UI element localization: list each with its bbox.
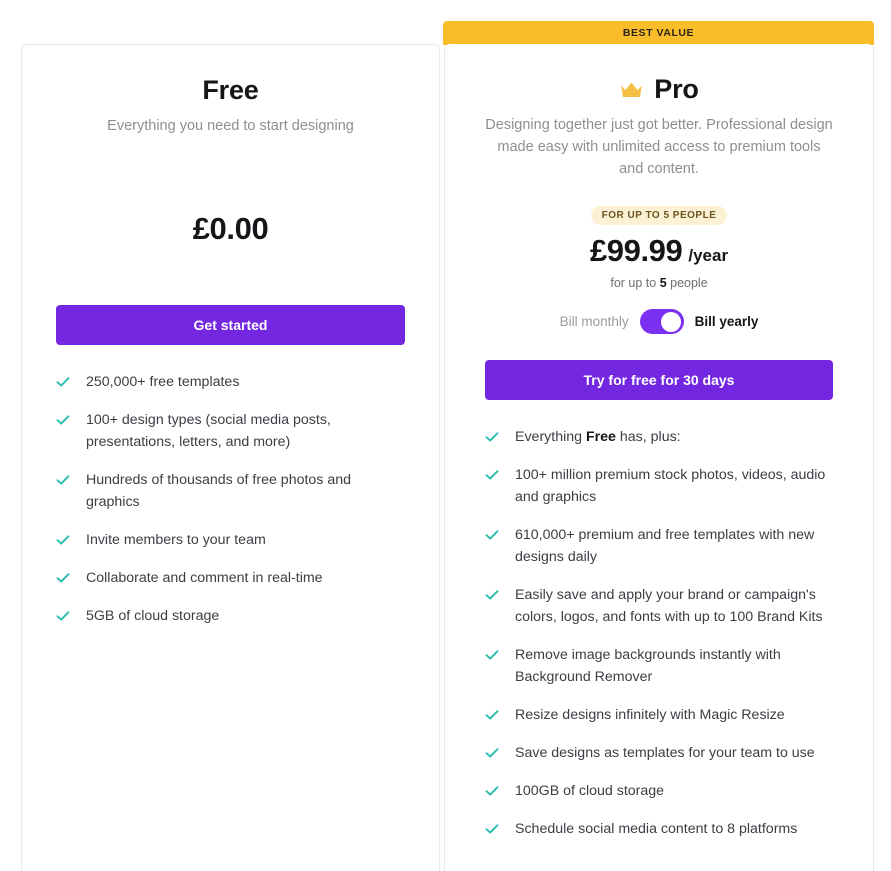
feature-item: Easily save and apply your brand or camp…	[485, 584, 833, 628]
feature-text: 100GB of cloud storage	[515, 780, 664, 802]
pro-feature-list: Everything Free has, plus: 100+ million p…	[485, 426, 833, 840]
billing-period-toggle[interactable]	[640, 309, 684, 334]
check-icon	[56, 473, 70, 487]
check-icon	[485, 648, 499, 662]
best-value-banner: BEST VALUE	[443, 21, 874, 45]
pro-plan-description: Designing together just got better. Prof…	[485, 114, 833, 180]
free-plan-header: Free	[56, 71, 405, 109]
check-icon	[485, 746, 499, 760]
feature-text: 610,000+ premium and free templates with…	[515, 524, 833, 568]
feature-item: 100+ million premium stock photos, video…	[485, 464, 833, 508]
pro-cta-wrapper: Try for free for 30 days	[485, 360, 833, 400]
feature-item: 100GB of cloud storage	[485, 780, 833, 802]
check-icon	[485, 708, 499, 722]
feature-text: 250,000+ free templates	[86, 371, 239, 393]
check-icon	[56, 375, 70, 389]
check-icon	[56, 413, 70, 427]
feature-text: Schedule social media content to 8 platf…	[515, 818, 797, 840]
check-icon	[56, 533, 70, 547]
check-icon	[485, 588, 499, 602]
feature-text: Resize designs infinitely with Magic Res…	[515, 704, 785, 726]
billing-toggle-knob[interactable]	[661, 312, 681, 332]
check-icon	[485, 784, 499, 798]
check-icon	[485, 430, 499, 444]
feature-item: 610,000+ premium and free templates with…	[485, 524, 833, 568]
bill-yearly-label[interactable]: Bill yearly	[695, 314, 759, 329]
feature-item: Schedule social media content to 8 platf…	[485, 818, 833, 840]
feature-text: Easily save and apply your brand or camp…	[515, 584, 833, 628]
feature-item: 100+ design types (social media posts, p…	[56, 409, 405, 453]
plan-card-pro: Pro Designing together just got better. …	[444, 44, 874, 871]
feature-item: Collaborate and comment in real-time	[56, 567, 405, 589]
feature-text: Save designs as templates for your team …	[515, 742, 815, 764]
pro-price-subtext-before: for up to	[610, 276, 659, 290]
free-plan-title: Free	[202, 75, 258, 106]
pro-price-period: /year	[688, 246, 728, 266]
plan-card-free: Free Everything you need to start design…	[21, 44, 440, 871]
feature-text: Remove image backgrounds instantly with …	[515, 644, 833, 688]
feature-item: 250,000+ free templates	[56, 371, 405, 393]
feature-item: 5GB of cloud storage	[56, 605, 405, 627]
check-icon	[485, 528, 499, 542]
free-price: £0.00	[193, 211, 269, 246]
pro-price-subtext-count: 5	[660, 276, 667, 290]
pro-plan-header: Pro	[485, 70, 833, 108]
pro-price-block: FOR UP TO 5 PEOPLE £99.99 /year for up t…	[485, 205, 833, 290]
feature-item: Hundreds of thousands of free photos and…	[56, 469, 405, 513]
feature-text: Everything Free has, plus:	[515, 426, 681, 448]
pro-price-subtext-after: people	[667, 276, 708, 290]
feature-text: Collaborate and comment in real-time	[86, 567, 323, 589]
feature-item: Invite members to your team	[56, 529, 405, 551]
feature-text: Hundreds of thousands of free photos and…	[86, 469, 405, 513]
billing-toggle-row: Bill monthly Bill yearly	[485, 309, 833, 334]
free-cta-wrapper: Get started	[56, 305, 405, 345]
check-icon	[485, 468, 499, 482]
feature-text: 5GB of cloud storage	[86, 605, 219, 627]
feature-text: Invite members to your team	[86, 529, 266, 551]
feature-text: 100+ million premium stock photos, video…	[515, 464, 833, 508]
check-icon	[56, 571, 70, 585]
feature-text: 100+ design types (social media posts, p…	[86, 409, 405, 453]
feature-item: Resize designs infinitely with Magic Res…	[485, 704, 833, 726]
feature-item: Remove image backgrounds instantly with …	[485, 644, 833, 688]
try-for-free-button[interactable]: Try for free for 30 days	[485, 360, 833, 400]
pro-price-row: £99.99 /year	[485, 233, 833, 269]
bill-monthly-label[interactable]: Bill monthly	[560, 314, 629, 329]
get-started-button[interactable]: Get started	[56, 305, 405, 345]
pricing-page: BEST VALUE Free Everything you need to s…	[0, 0, 891, 871]
free-feature-list: 250,000+ free templates 100+ design types…	[56, 371, 405, 627]
free-price-block: £0.00	[56, 211, 405, 247]
feature-item: Save designs as templates for your team …	[485, 742, 833, 764]
feature-item: Everything Free has, plus:	[485, 426, 833, 448]
pro-plan-title: Pro	[654, 74, 698, 105]
check-icon	[485, 822, 499, 836]
check-icon	[56, 609, 70, 623]
free-plan-description: Everything you need to start designing	[56, 115, 405, 137]
best-value-label: BEST VALUE	[623, 27, 694, 39]
people-count-badge: FOR UP TO 5 PEOPLE	[591, 206, 728, 225]
crown-icon	[619, 80, 644, 100]
pro-price-subtext: for up to 5 people	[485, 276, 833, 290]
pro-price-amount: £99.99	[590, 233, 682, 269]
